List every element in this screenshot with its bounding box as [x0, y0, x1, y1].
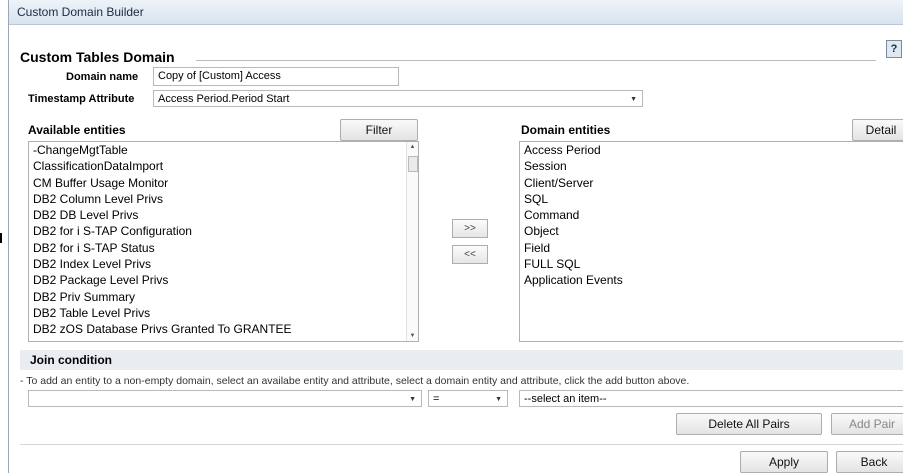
add-pair-button[interactable]: Add Pair [831, 413, 903, 435]
list-item[interactable]: DB2 Column Level Privs [29, 191, 418, 207]
list-item[interactable]: Object [520, 223, 903, 239]
operator-value: = [433, 393, 440, 405]
available-entities-label: Available entities [28, 123, 126, 137]
domain-name-input[interactable]: Copy of [Custom] Access [153, 67, 399, 86]
list-item[interactable]: DB2 Table Level Privs [29, 305, 418, 321]
timestamp-attribute-select[interactable]: Access Period.Period Start ▼ [153, 90, 643, 107]
chevron-down-icon: ▼ [409, 396, 416, 403]
back-button[interactable]: Back [836, 451, 903, 473]
list-item[interactable]: Application Events [520, 272, 903, 288]
remove-entity-button[interactable]: << [452, 245, 488, 264]
domain-attribute-select[interactable]: --select an item-- [519, 390, 903, 407]
list-item[interactable]: DB2 Index Level Privs [29, 256, 418, 272]
list-item[interactable]: SQL [520, 191, 903, 207]
list-item[interactable]: DB2 Package Level Privs [29, 272, 418, 288]
window-title: Custom Domain Builder [9, 0, 903, 25]
timestamp-attribute-label: Timestamp Attribute [28, 93, 135, 105]
domain-entities-items: Access Period Session Client/Server SQL Comm… [520, 142, 903, 289]
chevron-down-icon: ▼ [495, 396, 502, 403]
list-item[interactable]: DB2 DB Level Privs [29, 207, 418, 223]
list-item[interactable]: DB2 zOS Database Privs Granted To GRANTE… [29, 321, 418, 337]
apply-button[interactable]: Apply [740, 451, 828, 473]
available-attribute-select[interactable]: ▼ [28, 390, 422, 407]
list-item[interactable]: CM Buffer Usage Monitor [29, 175, 418, 191]
list-item[interactable]: Session [520, 158, 903, 174]
list-item[interactable]: DB2 for i S-TAP Status [29, 240, 418, 256]
list-item[interactable]: ClassificationDataImport [29, 158, 418, 174]
list-item[interactable]: Command [520, 207, 903, 223]
list-item[interactable]: DB2 Priv Summary [29, 289, 418, 305]
domain-entities-label: Domain entities [521, 123, 611, 137]
list-item[interactable]: -ChangeMgtTable [29, 142, 418, 158]
operator-select[interactable]: = ▼ [428, 390, 508, 407]
scroll-thumb[interactable] [408, 156, 418, 172]
scroll-down-icon[interactable]: ▼ [407, 333, 418, 339]
available-entities-scrollbar[interactable]: ▲ ▼ [406, 142, 418, 341]
filter-button[interactable]: Filter [340, 119, 418, 141]
section-divider [196, 60, 876, 61]
chevron-down-icon: ▼ [630, 96, 637, 103]
list-item[interactable]: Access Period [520, 142, 903, 158]
section-title: Custom Tables Domain [20, 49, 175, 65]
domain-name-label: Domain name [66, 71, 139, 83]
footer-divider [20, 444, 903, 445]
delete-all-pairs-button[interactable]: Delete All Pairs [676, 413, 822, 435]
list-item[interactable]: DB2 for i S-TAP Configuration [29, 223, 418, 239]
add-entity-button[interactable]: >> [452, 219, 488, 238]
list-item[interactable]: Client/Server [520, 175, 903, 191]
detail-button[interactable]: Detail [852, 119, 903, 141]
left-edge-mark [0, 233, 2, 243]
list-item[interactable]: Field [520, 240, 903, 256]
available-entities-list[interactable]: -ChangeMgtTable ClassificationDataImport C… [28, 141, 419, 342]
scroll-up-icon[interactable]: ▲ [407, 144, 418, 150]
available-entities-items: -ChangeMgtTable ClassificationDataImport C… [29, 142, 418, 338]
timestamp-attribute-value: Access Period.Period Start [158, 93, 290, 105]
help-icon[interactable]: ? [886, 40, 902, 58]
join-condition-header: Join condition [20, 350, 903, 370]
domain-attribute-placeholder: --select an item-- [524, 393, 607, 405]
domain-entities-list[interactable]: Access Period Session Client/Server SQL Comm… [519, 141, 903, 342]
join-condition-hint: - To add an entity to a non-empty domain… [20, 375, 690, 387]
list-item[interactable]: FULL SQL [520, 256, 903, 272]
